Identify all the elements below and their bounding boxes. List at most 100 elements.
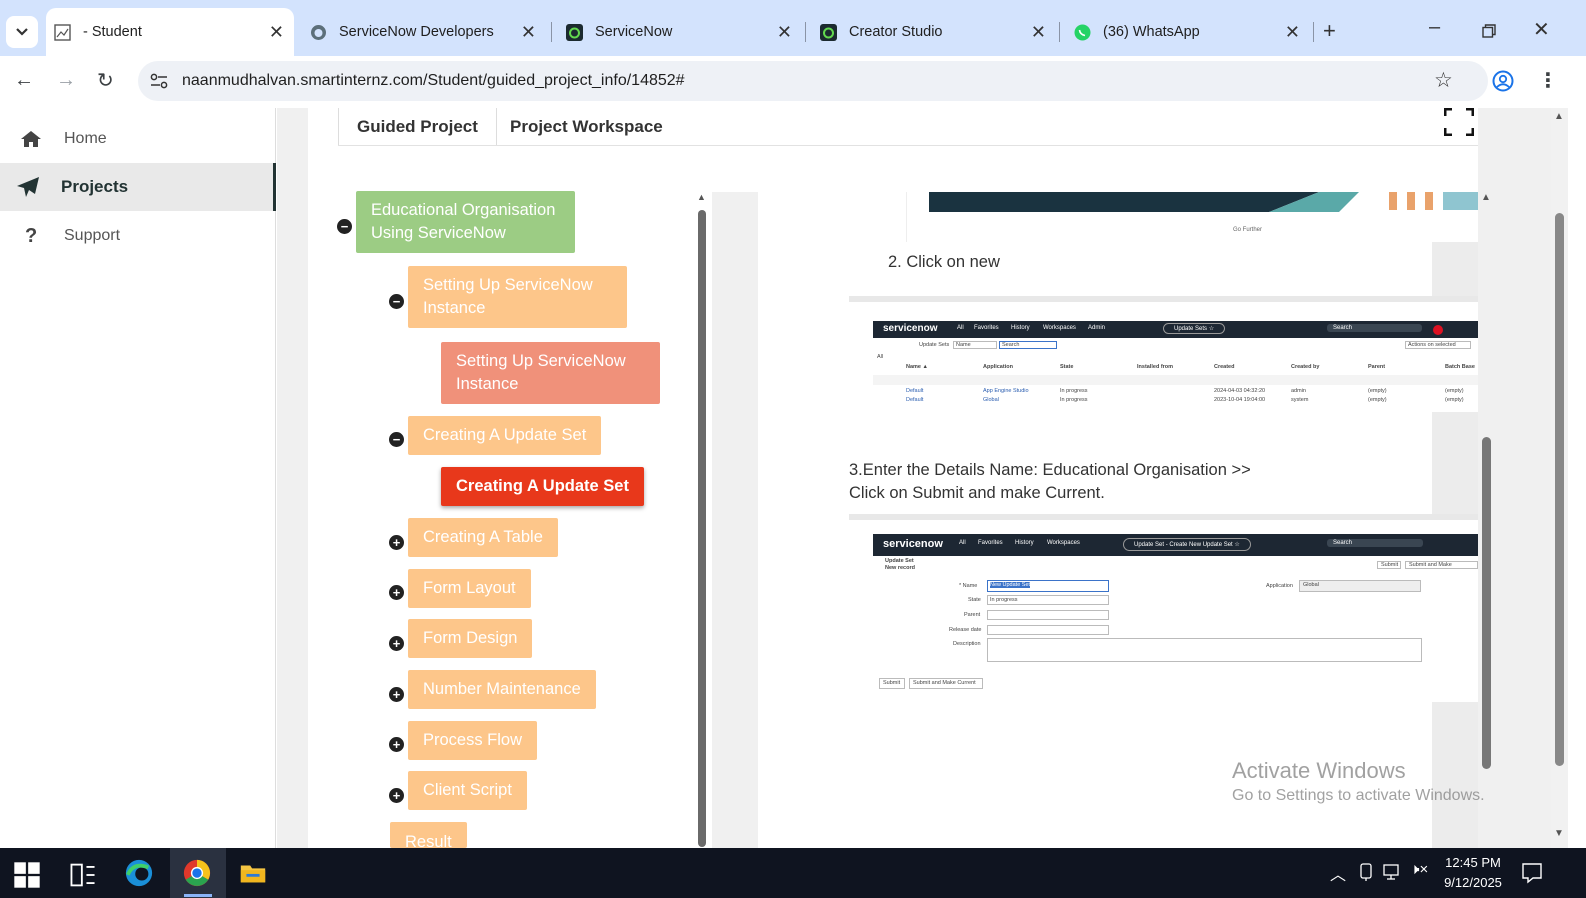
expand-toggle-icon[interactable]: + — [389, 687, 404, 702]
forward-icon[interactable]: → — [56, 69, 76, 92]
file-explorer-icon[interactable] — [238, 858, 268, 888]
sidebar: Home Projects ? Support — [0, 108, 276, 848]
profile-icon[interactable] — [1492, 70, 1514, 92]
column-header: Parent — [1368, 364, 1386, 370]
scrollbar-thumb[interactable] — [698, 210, 706, 847]
address-bar[interactable]: naanmudhalvan.smartinternz.com/Student/g… — [138, 61, 1488, 101]
close-window-icon[interactable]: ✕ — [1533, 17, 1550, 42]
tab-title: ServiceNow — [595, 24, 673, 40]
cell: 2023-10-04 19:04:00 — [1214, 397, 1266, 403]
tab-separator — [1059, 22, 1060, 42]
tree-node-form-design[interactable]: Form Design — [408, 619, 533, 658]
tree-node-update-set-child[interactable]: Creating A Update Set — [441, 467, 644, 506]
tab-servicenow[interactable]: ServiceNow ✕ — [556, 8, 802, 56]
cell: Global — [983, 397, 999, 403]
close-icon[interactable]: ✕ — [1285, 22, 1300, 43]
tree-node-number-maintenance[interactable]: Number Maintenance — [408, 670, 596, 709]
clock-time: 12:45 PM — [1445, 855, 1501, 870]
active-app-indicator — [184, 894, 212, 897]
scrollbar-thumb[interactable] — [1555, 213, 1564, 766]
tree-node-setup-child[interactable]: Setting Up ServiceNow Instance — [441, 342, 660, 404]
scroll-up-icon[interactable]: ▲ — [697, 192, 706, 202]
collapse-toggle-icon[interactable]: − — [389, 432, 404, 447]
tab-search-button[interactable] — [6, 16, 38, 48]
sidebar-item-projects[interactable]: Projects — [0, 163, 276, 211]
new-tab-icon[interactable]: + — [1323, 18, 1336, 44]
description-label: Description — [953, 641, 981, 647]
tab-separator — [551, 22, 552, 42]
tree-node-update-set[interactable]: Creating A Update Set — [408, 416, 602, 455]
site-settings-icon[interactable] — [150, 73, 168, 89]
close-icon[interactable]: ✕ — [269, 22, 284, 43]
back-icon[interactable]: ← — [14, 69, 34, 92]
windows-start-icon[interactable] — [12, 860, 42, 890]
restore-icon[interactable] — [1482, 24, 1496, 38]
tree-node-process-flow[interactable]: Process Flow — [408, 721, 538, 760]
close-icon[interactable]: ✕ — [1031, 22, 1046, 43]
tab-servicenow-developers[interactable]: ServiceNow Developers ✕ — [300, 8, 546, 56]
sidebar-item-support[interactable]: ? Support — [0, 212, 276, 260]
pen-icon[interactable] — [1358, 863, 1374, 881]
state-label: State — [968, 597, 981, 603]
scrollbar-thumb[interactable] — [1482, 437, 1491, 769]
doc-scrollbar[interactable]: ▲ — [1478, 192, 1495, 782]
tab-project-workspace[interactable]: Project Workspace — [492, 108, 681, 146]
tab-whatsapp[interactable]: (36) WhatsApp ✕ — [1064, 8, 1310, 56]
chrome-icon[interactable] — [182, 858, 212, 888]
tab-student[interactable]: - Student ✕ — [46, 8, 294, 56]
tree-node-client-script[interactable]: Client Script — [408, 771, 527, 810]
tree-scrollbar[interactable]: ▲ — [696, 192, 708, 847]
application-input: Global — [1299, 580, 1421, 592]
tree-node-table[interactable]: Creating A Table — [408, 518, 558, 557]
previous-image-banner: Go Further — [906, 192, 1478, 242]
activate-windows-title: Activate Windows — [1232, 758, 1406, 783]
reload-icon[interactable]: ↻ — [97, 68, 114, 93]
sidebar-item-label: Support — [64, 227, 121, 244]
all-breadcrumb: All — [877, 354, 884, 360]
tree-node-form-layout[interactable]: Form Layout — [408, 569, 531, 608]
menu-dots-icon[interactable]: ⋮ — [1538, 68, 1558, 93]
expand-toggle-icon[interactable]: + — [389, 636, 404, 651]
chevron-down-icon — [16, 28, 28, 36]
parent-label: Parent — [964, 612, 981, 618]
sidebar-item-home[interactable]: Home — [0, 115, 276, 163]
scroll-down-icon[interactable]: ▼ — [1554, 828, 1564, 839]
nav-item: History — [1015, 540, 1034, 546]
collapse-toggle-icon[interactable]: − — [389, 294, 404, 309]
whatsapp-icon — [1074, 24, 1091, 40]
search-row — [873, 375, 1478, 385]
network-icon[interactable] — [1383, 864, 1403, 880]
servicenow-new-update-set-screenshot: servicenow All Favorites History Workspa… — [849, 514, 1478, 702]
scroll-up-icon[interactable]: ▲ — [1481, 192, 1491, 203]
collapse-toggle-icon[interactable]: − — [337, 219, 352, 234]
browser-tab-strip: - Student ✕ ServiceNow Developers ✕ Serv… — [0, 0, 1586, 56]
sidebar-item-label: Home — [64, 130, 107, 147]
taskbar-clock[interactable]: 12:45 PM 9/12/2025 — [1438, 853, 1508, 893]
tab-creator-studio[interactable]: Creator Studio ✕ — [810, 8, 1056, 56]
close-icon[interactable]: ✕ — [777, 22, 792, 43]
tree-node-result[interactable]: Result — [390, 822, 467, 848]
minimize-icon[interactable]: – — [1429, 16, 1440, 39]
show-hidden-icons[interactable]: ︿ — [1330, 861, 1346, 885]
fullscreen-icon[interactable] — [1444, 108, 1474, 136]
expand-toggle-icon[interactable]: + — [389, 585, 404, 600]
volume-muted-icon[interactable]: 🕨× — [1410, 861, 1428, 878]
tab-title: Creator Studio — [849, 24, 943, 40]
expand-toggle-icon[interactable]: + — [389, 788, 404, 803]
actions-select: Actions on selected — [1405, 341, 1471, 349]
page-scrollbar[interactable]: ▲ ▼ — [1551, 108, 1568, 848]
bookmark-star-icon[interactable]: ☆ — [1434, 68, 1453, 93]
close-icon[interactable]: ✕ — [521, 22, 536, 43]
task-view-icon[interactable] — [68, 860, 98, 890]
tree-node-root[interactable]: Educational Organisation Using ServiceNo… — [356, 191, 575, 253]
expand-toggle-icon[interactable]: + — [389, 535, 404, 550]
scroll-up-icon[interactable]: ▲ — [1554, 111, 1564, 122]
servicenow-header: servicenow All Favorites History Workspa… — [873, 534, 1478, 556]
nav-item: History — [1011, 325, 1030, 331]
expand-toggle-icon[interactable]: + — [389, 737, 404, 752]
home-icon — [21, 131, 41, 147]
notifications-icon[interactable] — [1521, 862, 1543, 884]
edge-icon[interactable] — [124, 858, 154, 888]
tab-guided-project[interactable]: Guided Project — [338, 108, 497, 146]
tree-node-setup[interactable]: Setting Up ServiceNow Instance — [408, 266, 627, 328]
